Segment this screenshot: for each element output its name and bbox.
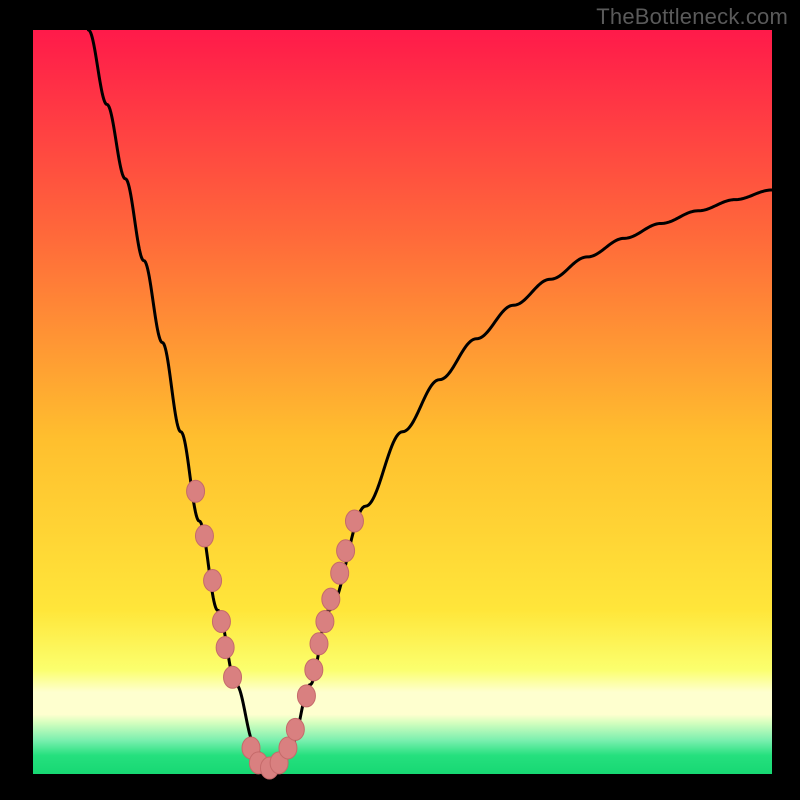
chart-container: TheBottleneck.com xyxy=(0,0,800,800)
data-marker xyxy=(316,610,334,632)
data-marker xyxy=(224,666,242,688)
data-marker xyxy=(216,637,234,659)
data-marker xyxy=(337,540,355,562)
plot-background xyxy=(33,30,772,774)
data-marker xyxy=(187,480,205,502)
data-marker xyxy=(305,659,323,681)
data-marker xyxy=(322,588,340,610)
data-marker xyxy=(195,525,213,547)
data-marker xyxy=(212,610,230,632)
data-marker xyxy=(204,570,222,592)
data-marker xyxy=(310,633,328,655)
data-marker xyxy=(331,562,349,584)
data-marker xyxy=(297,685,315,707)
watermark-text: TheBottleneck.com xyxy=(596,4,788,30)
data-marker xyxy=(345,510,363,532)
data-marker xyxy=(286,718,304,740)
chart-canvas xyxy=(0,0,800,800)
